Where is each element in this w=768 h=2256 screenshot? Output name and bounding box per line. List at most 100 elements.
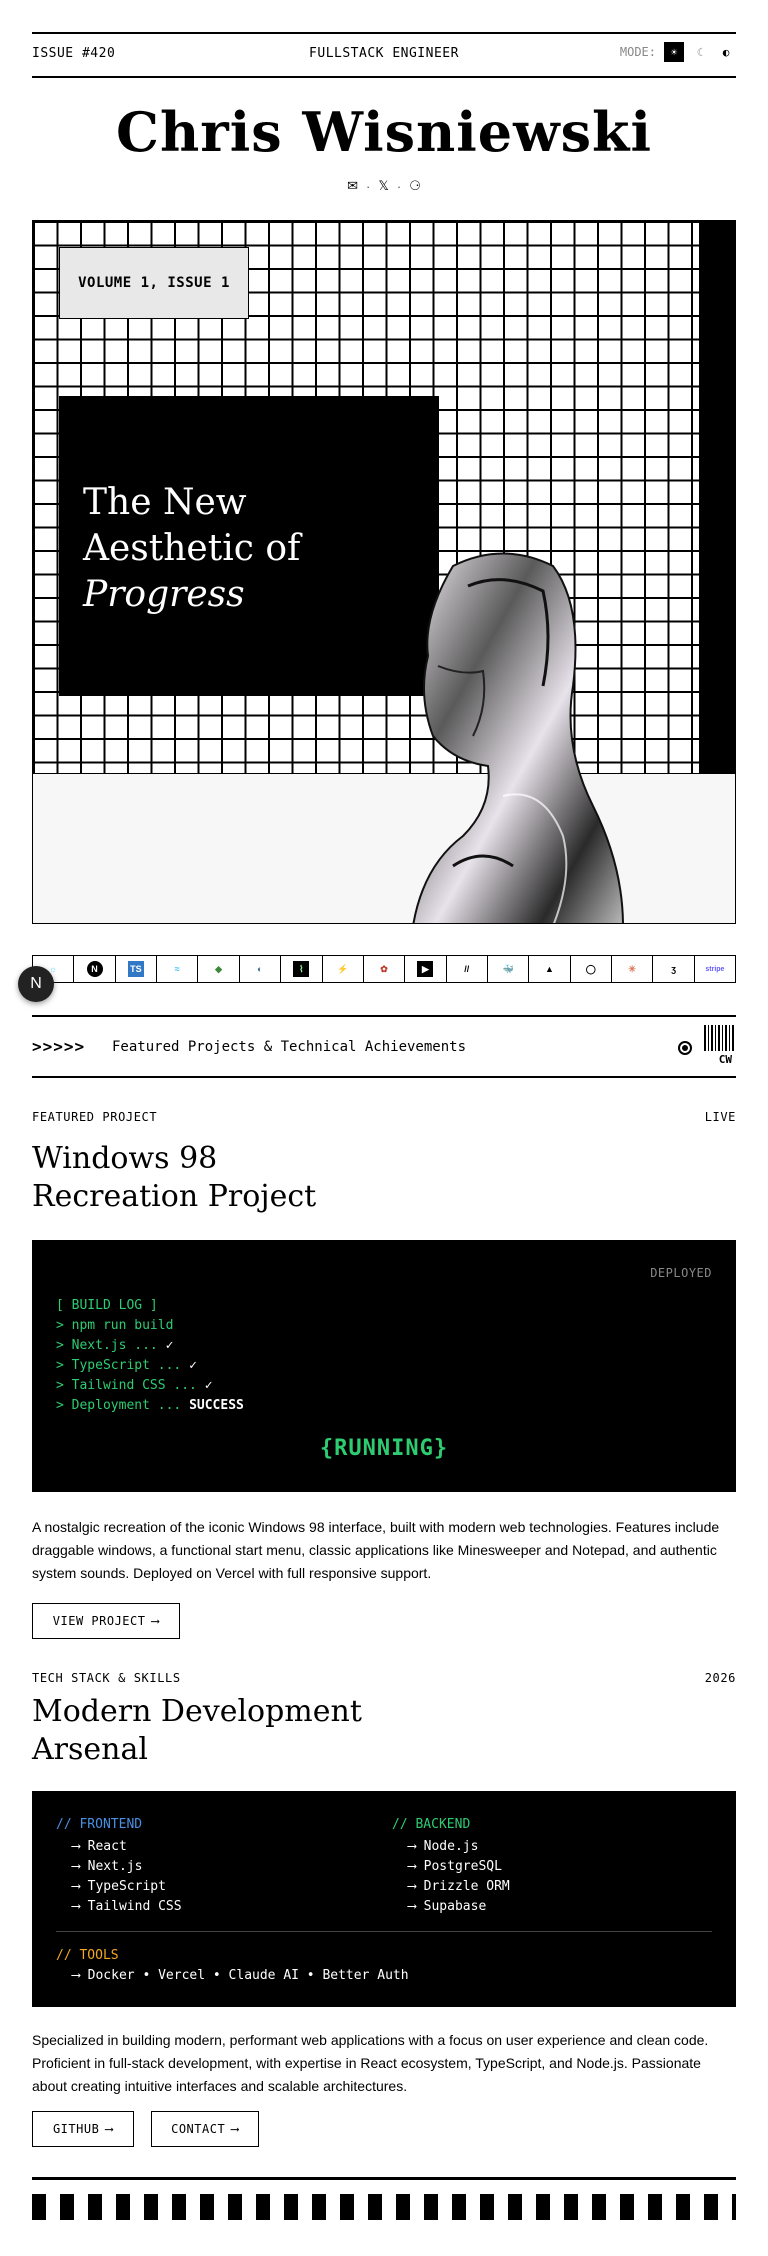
check-icon: ✓ bbox=[189, 1358, 197, 1373]
tech-logo: 🐳 bbox=[488, 956, 530, 982]
tech-logo: ◐ bbox=[240, 956, 282, 982]
dark-mode-button[interactable]: ☾ bbox=[690, 42, 710, 62]
tech-logo: ⌇ bbox=[281, 956, 323, 982]
target-icon bbox=[678, 1041, 692, 1055]
divider bbox=[56, 1931, 712, 1932]
top-bar: ISSUE #420 FULLSTACK ENGINEER MODE: ☀ ☾ … bbox=[32, 32, 736, 78]
light-mode-button[interactable]: ☀ bbox=[664, 42, 684, 62]
github-button[interactable]: GITHUB ⟶ bbox=[32, 2111, 134, 2147]
hero-title-line1: The New bbox=[83, 482, 247, 523]
better-auth-icon: ✿ bbox=[380, 963, 388, 974]
hero-title-line3: Progress bbox=[83, 574, 245, 615]
arrows-decoration: >>>>> bbox=[32, 1037, 86, 1056]
footer-rule bbox=[32, 2177, 736, 2180]
tools-header: // TOOLS bbox=[56, 1948, 119, 1963]
tech-logo: ʒ bbox=[653, 956, 695, 982]
x-icon[interactable]: 𝕏 bbox=[378, 178, 388, 194]
claude-icon: ✳ bbox=[628, 963, 636, 974]
featured-bar: >>>>> Featured Projects & Technical Achi… bbox=[32, 1015, 736, 1078]
tech-logo: ▲ bbox=[529, 956, 571, 982]
contact-button[interactable]: CONTACT ⟶ bbox=[151, 2111, 259, 2147]
project-status: LIVE bbox=[704, 1110, 736, 1124]
tech-logo: ◆ bbox=[198, 956, 240, 982]
hero-title-line2: Aesthetic of bbox=[83, 528, 301, 569]
drizzle-icon: ⌇ bbox=[293, 961, 310, 977]
stack-panel: // FRONTEND ⟶ React ⟶ Next.js ⟶ TypeScri… bbox=[32, 1791, 736, 2007]
tech-logo: // bbox=[447, 956, 488, 982]
stack-description: Specialized in building modern, performa… bbox=[32, 2032, 709, 2094]
featured-bar-text: Featured Projects & Technical Achievemen… bbox=[112, 1039, 467, 1055]
email-icon[interactable]: ✉ bbox=[347, 178, 358, 194]
project-title-line1: Windows 98 bbox=[32, 1141, 218, 1176]
view-project-button[interactable]: VIEW PROJECT ⟶ bbox=[32, 1603, 180, 1639]
log-line: > npm run build bbox=[56, 1318, 174, 1333]
barcode-icon bbox=[704, 1025, 736, 1051]
backend-column: // BACKEND ⟶ Node.js ⟶ PostgreSQL ⟶ Driz… bbox=[392, 1815, 510, 1917]
backend-header: // BACKEND bbox=[392, 1817, 471, 1832]
tools-list: ⟶ Docker • Vercel • Claude AI • Better A… bbox=[72, 1968, 409, 1983]
build-terminal: DEPLOYED [ BUILD LOG ] > npm run build >… bbox=[32, 1240, 736, 1492]
list-item: ⟶ Next.js bbox=[72, 1859, 143, 1874]
hero-cover: VOLUME 1, ISSUE 1 The New Aesthetic of P… bbox=[32, 220, 736, 924]
github-icon[interactable]: ⚆ bbox=[409, 178, 421, 194]
tech-logo-strip: ☼ N TS ≈ ◆ ◐ ⌇ ⚡ ✿ ▶ // 🐳 ▲ ◯ ✳ ʒ stripe bbox=[32, 955, 736, 983]
list-item: ⟶ Tailwind CSS bbox=[72, 1899, 182, 1914]
check-icon: ✓ bbox=[165, 1338, 174, 1353]
stack-title: Modern Development Arsenal bbox=[32, 1693, 362, 1769]
deployed-status: DEPLOYED bbox=[650, 1266, 712, 1280]
tech-logo: ◯ bbox=[571, 956, 613, 982]
list-item: ⟶ Drizzle ORM bbox=[408, 1879, 510, 1894]
arrow-right-icon: ⟶ bbox=[105, 2122, 114, 2136]
github-icon: ◯ bbox=[585, 963, 596, 974]
separator: · bbox=[396, 178, 402, 194]
button-label: VIEW PROJECT bbox=[52, 1614, 146, 1628]
frontend-header: // FRONTEND bbox=[56, 1817, 143, 1832]
log-line: > Tailwind CSS ... ✓ bbox=[56, 1378, 213, 1393]
log-line: > Deployment ... SUCCESS bbox=[56, 1398, 244, 1413]
tech-logo: stripe bbox=[695, 956, 735, 982]
social-links: ✉ · 𝕏 · ⚆ bbox=[0, 178, 768, 194]
list-item: ⟶ TypeScript bbox=[72, 1879, 166, 1894]
stack-year: 2026 bbox=[704, 1671, 736, 1685]
frontend-column: // FRONTEND ⟶ React ⟶ Next.js ⟶ TypeScri… bbox=[56, 1815, 182, 1917]
hero-title-box: The New Aesthetic of Progress bbox=[59, 396, 439, 696]
arrow-right-icon: ⟶ bbox=[231, 2122, 239, 2136]
log-header: [ BUILD LOG ] bbox=[56, 1298, 158, 1313]
floating-action-button[interactable]: N bbox=[18, 966, 54, 1002]
nextjs-icon: N bbox=[86, 961, 103, 977]
supabase-icon: ⚡ bbox=[337, 963, 349, 974]
vercel-icon: ▲ bbox=[545, 964, 554, 974]
stripe-icon: stripe bbox=[705, 965, 725, 973]
nodejs-icon: ◆ bbox=[215, 963, 223, 974]
check-icon: ✓ bbox=[204, 1378, 213, 1393]
docker-icon: 🐳 bbox=[502, 963, 514, 974]
project-title-line2: Recreation Project bbox=[32, 1179, 317, 1214]
mode-switcher: MODE: ☀ ☾ ◐ bbox=[620, 42, 736, 62]
tools-section: // TOOLS ⟶ Docker • Vercel • Claude AI •… bbox=[56, 1946, 409, 1986]
typescript-icon: TS bbox=[127, 961, 144, 977]
zustand-icon: ʒ bbox=[671, 964, 676, 974]
cw-badge: CW bbox=[718, 1053, 732, 1066]
media-icon: ▶ bbox=[417, 961, 434, 977]
tech-logo: ▶ bbox=[405, 956, 447, 982]
tech-logo: ⚡ bbox=[323, 956, 364, 982]
slash-icon: // bbox=[464, 964, 470, 974]
hero-side-bar bbox=[699, 221, 735, 773]
featured-project-label: FEATURED PROJECT bbox=[32, 1110, 158, 1124]
tech-logo: ✿ bbox=[364, 956, 406, 982]
project-title: Windows 98 Recreation Project bbox=[32, 1140, 316, 1216]
postgresql-icon: ◐ bbox=[257, 964, 263, 974]
chrome-figure-illustration bbox=[412, 552, 624, 923]
stack-title-line1: Modern Development bbox=[32, 1694, 362, 1729]
list-item: ⟶ React bbox=[72, 1839, 127, 1854]
button-label: GITHUB bbox=[52, 2122, 100, 2136]
list-item: ⟶ PostgreSQL bbox=[408, 1859, 502, 1874]
success-text: SUCCESS bbox=[189, 1398, 244, 1413]
tech-logo: ✳ bbox=[612, 956, 654, 982]
tech-logo: TS bbox=[116, 956, 158, 982]
tech-logo: N bbox=[74, 956, 116, 982]
contrast-mode-button[interactable]: ◐ bbox=[716, 42, 736, 62]
running-status: {RUNNING} bbox=[319, 1436, 449, 1461]
button-label: CONTACT bbox=[171, 2122, 226, 2136]
project-description: A nostalgic recreation of the iconic Win… bbox=[32, 1519, 720, 1581]
